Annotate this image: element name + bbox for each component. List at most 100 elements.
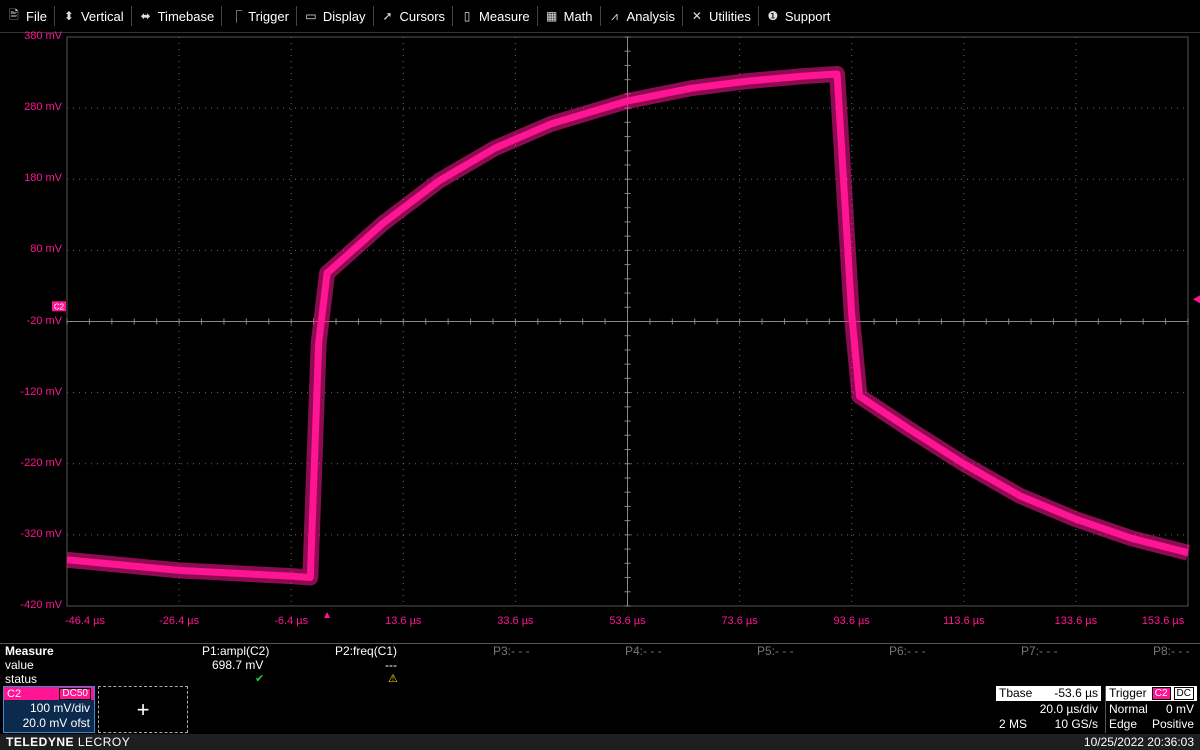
menu-display[interactable]: ▭ Display <box>297 0 373 33</box>
channel-vdiv: 100 mV/div <box>29 701 90 715</box>
timebase-tdiv: 20.0 µs/div <box>1039 702 1098 716</box>
trace-point <box>746 80 748 82</box>
measure-param-2-value: --- <box>385 658 397 672</box>
measure-header-row: Measure P1:ampl(C2) P2:freq(C1) P3:- - - P4… <box>0 644 1200 658</box>
measure-status-row: status ✔ ⚠ <box>0 672 1200 686</box>
timebase-descriptor[interactable]: Tbase -53.6 µs 20.0 µs/div 2 MS 10 GS/s <box>996 686 1101 733</box>
measure-value-row: value 698.7 mV --- <box>0 658 1200 672</box>
vertical-arrows-icon: ⬍ <box>63 9 74 23</box>
x-tick-label: 93.6 µs <box>833 615 870 627</box>
trace-point <box>836 73 838 75</box>
timebase-rate: 10 GS/s <box>1054 717 1098 731</box>
measure-row-label-value: value <box>5 658 34 672</box>
trigger-source-badge: C2 <box>1151 687 1171 700</box>
channel-c2-descriptor[interactable]: C2 DC50 100 mV/div 20.0 mV ofst <box>3 686 95 733</box>
x-tick-label: 73.6 µs <box>721 615 758 627</box>
status-ok-icon: ✔ <box>255 673 265 685</box>
measure-table: Measure P1:ampl(C2) P2:freq(C1) P3:- - - P4… <box>0 643 1200 686</box>
measure-param-2-label[interactable]: P2:freq(C1) <box>335 644 397 658</box>
menu-measure[interactable]: ▯ Measure <box>453 0 537 33</box>
x-tick-label: 133.6 µs <box>1054 615 1098 627</box>
menu-bar: 🖹 File ⬍ Vertical ⬌ Timebase ⎾ Trigger ▭ Display ➚… <box>0 0 1200 33</box>
menu-file[interactable]: 🖹 File <box>0 0 54 33</box>
measure-param-1-value: 698.7 mV <box>212 658 264 672</box>
menu-label: Trigger <box>248 8 289 24</box>
measure-param-8-label[interactable]: P8:- - - <box>1153 644 1190 658</box>
trace-point <box>851 313 853 315</box>
trace-point <box>290 575 292 577</box>
timebase-label: Tbase <box>999 686 1033 700</box>
x-tick-label: -46.4 µs <box>65 615 105 627</box>
measure-param-5-label[interactable]: P5:- - - <box>757 644 794 658</box>
menu-vertical[interactable]: ⬍ Vertical <box>55 0 131 33</box>
trace-point <box>1131 537 1133 539</box>
waveform-grid: C2 <box>52 36 1200 618</box>
display-icon: ▭ <box>305 9 317 23</box>
y-tick-label: 280 mV <box>24 101 62 114</box>
y-tick-label: -20 mV <box>26 314 62 327</box>
measure-param-4-label[interactable]: P4:- - - <box>625 644 662 658</box>
brand-logo: TELEDYNE LECROY <box>6 735 131 749</box>
menu-label: Display <box>322 8 366 24</box>
add-trace-button[interactable]: + <box>98 686 188 733</box>
menu-cursors[interactable]: ➚ Cursors <box>374 0 453 33</box>
menu-timebase[interactable]: ⬌ Timebase <box>132 0 222 33</box>
x-tick-label: 33.6 µs <box>497 615 534 627</box>
menu-label: Support <box>784 8 831 24</box>
menu-label: Timebase <box>157 8 215 24</box>
analysis-icon: ⩘ <box>611 8 618 23</box>
menu-label: Analysis <box>626 8 675 24</box>
measure-param-3-label[interactable]: P3:- - - <box>493 644 530 658</box>
menu-trigger[interactable]: ⎾ Trigger <box>222 0 296 33</box>
waveform-display[interactable]: C2 380 mV 280 mV 180 mV 80 mV -20 mV -120 mV -… <box>0 30 1200 643</box>
x-tick-label: 53.6 µs <box>609 615 646 627</box>
y-tick-label: -320 mV <box>20 527 62 540</box>
trigger-label: Trigger <box>1109 686 1147 700</box>
date-time: 10/25/2022 20:36:03 <box>1083 735 1194 749</box>
measure-title: Measure <box>5 644 54 658</box>
trace-point <box>859 395 860 397</box>
measure-param-1-label[interactable]: P1:ampl(C2) <box>202 644 269 658</box>
y-tick-label: 80 mV <box>30 243 62 256</box>
support-icon: ❶ <box>767 9 779 23</box>
timebase-memory: 2 MS <box>999 717 1028 731</box>
timebase-delay: -53.6 µs <box>1054 686 1098 700</box>
menu-analysis[interactable]: ⩘ Analysis <box>601 0 682 33</box>
math-icon: ▦ <box>545 9 558 23</box>
trigger-level-marker <box>1193 295 1200 304</box>
menu-label: Vertical <box>80 8 124 24</box>
y-tick-label: -220 mV <box>20 456 62 469</box>
trigger-icon: ⎾ <box>230 9 243 24</box>
measure-param-7-label[interactable]: P7:- - - <box>1021 644 1058 658</box>
channel-offset: 20.0 mV ofst <box>22 716 90 730</box>
trigger-level: 0 mV <box>1165 702 1194 716</box>
menu-label: Utilities <box>708 8 751 24</box>
trace-point <box>382 222 384 224</box>
trace-point <box>907 427 909 429</box>
menu-label: Math <box>563 8 593 24</box>
measure-param-6-label[interactable]: P6:- - - <box>889 644 926 658</box>
trace-point <box>309 577 311 578</box>
trigger-mode: Normal <box>1109 702 1148 716</box>
menu-utilities[interactable]: ✕ Utilities <box>683 0 758 33</box>
trigger-type: Edge <box>1109 717 1138 731</box>
menu-math[interactable]: ▦ Math <box>538 0 600 33</box>
channel-marker-label: C2 <box>54 302 65 311</box>
trace-point <box>1187 552 1189 554</box>
channel-coupling-badge: DC50 <box>59 687 91 700</box>
horizontal-arrows-icon: ⬌ <box>140 9 151 23</box>
trace-point <box>438 180 440 182</box>
menu-support[interactable]: ❶ Support <box>759 0 838 33</box>
trace-point <box>326 272 328 274</box>
x-tick-label: 153.6 µs <box>1141 615 1185 627</box>
trace-point <box>66 559 68 561</box>
trace-point <box>318 342 320 344</box>
x-tick-label: -26.4 µs <box>159 615 200 627</box>
status-footer: TELEDYNE LECROY 10/25/2022 20:36:03 <box>0 734 1200 750</box>
measure-row-label-status: status <box>5 672 38 686</box>
x-tick-label: 13.6 µs <box>385 615 422 627</box>
trace-point <box>803 75 804 77</box>
trigger-descriptor[interactable]: Trigger C2 DC Normal 0 mV Edge Positive <box>1105 686 1197 733</box>
x-tick-label: 113.6 µs <box>942 615 985 627</box>
trace-point <box>494 147 496 149</box>
